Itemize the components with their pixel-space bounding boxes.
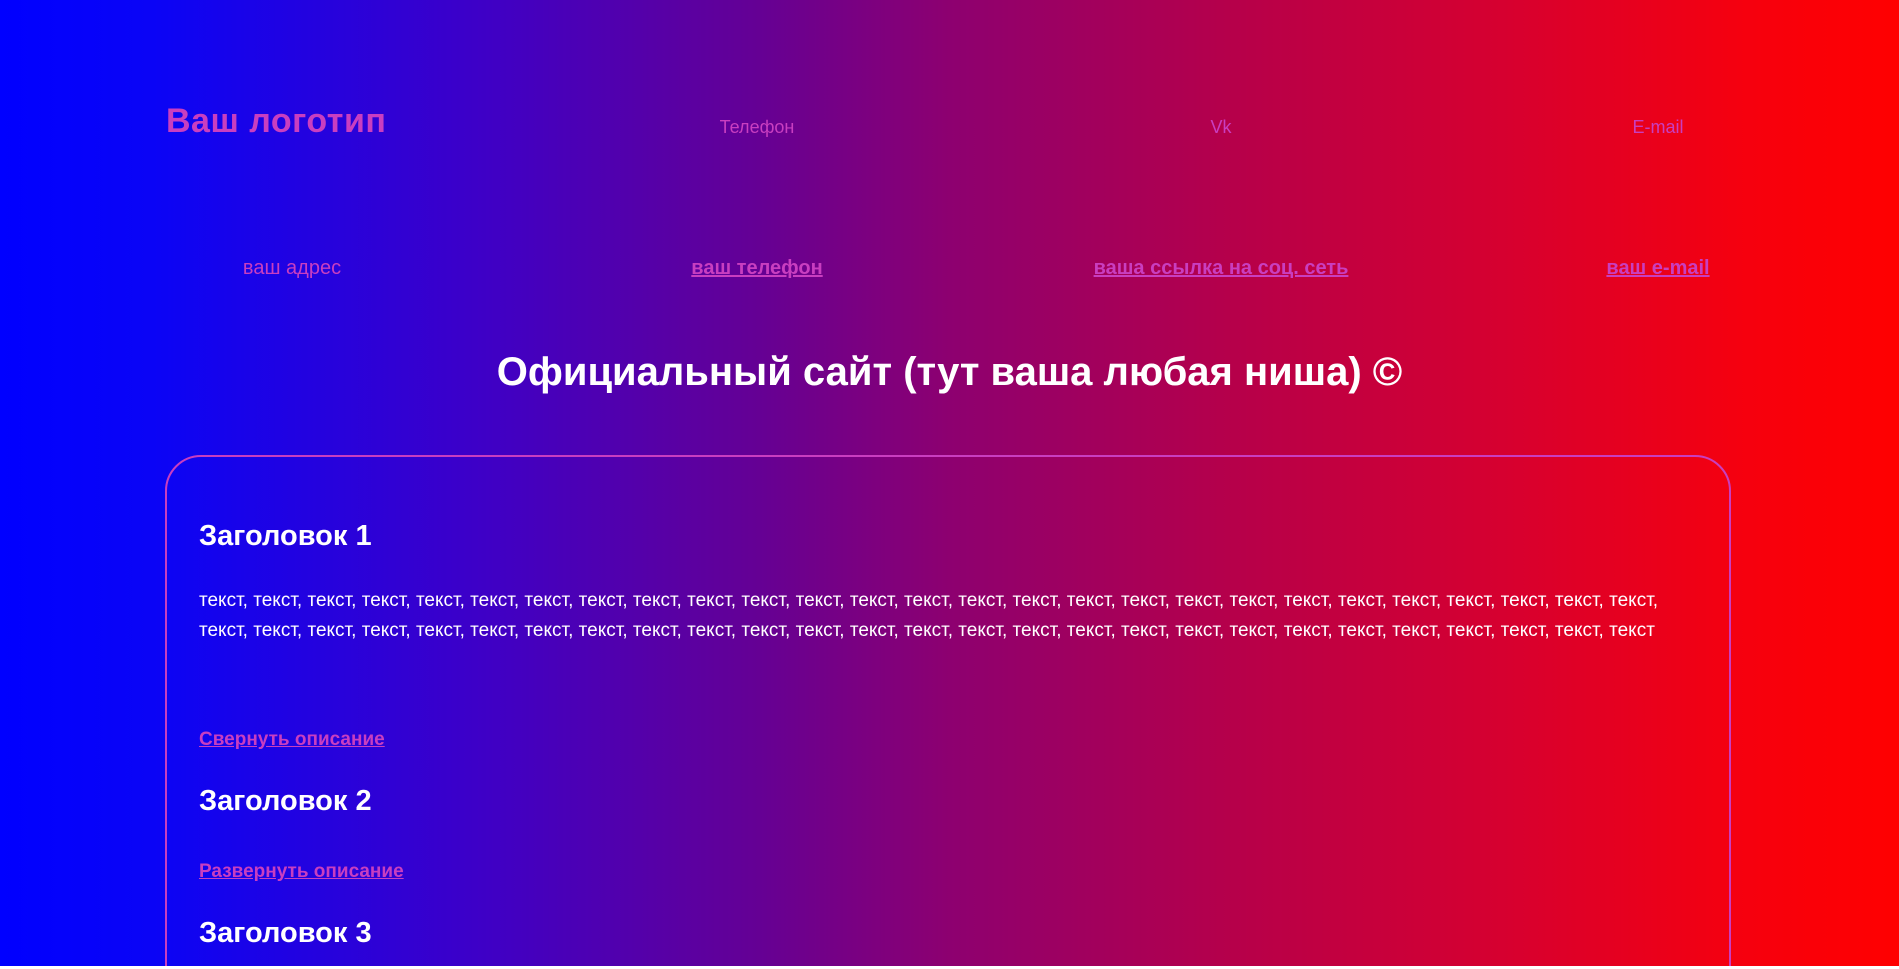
contact-address: ваш адрес <box>242 257 342 279</box>
expand-description-link[interactable]: Развернуть описание <box>199 862 404 881</box>
logo[interactable]: Ваш логотип <box>166 104 386 138</box>
page-background: Ваш логотип Телефон Vk E-mail ваш адрес … <box>0 0 1899 966</box>
nav-item-phone[interactable]: Телефон <box>720 118 795 136</box>
section-text-1: текст, текст, текст, текст, текст, текст… <box>199 590 1659 641</box>
section-heading-2: Заголовок 2 <box>199 785 372 817</box>
contact-email-link[interactable]: ваш e-mail <box>1606 258 1709 278</box>
collapse-description-link[interactable]: Свернуть описание <box>199 730 385 749</box>
page-title: Официальный сайт (тут ваша любая ниша) © <box>496 350 1403 394</box>
content-card <box>165 455 1731 966</box>
nav-item-vk[interactable]: Vk <box>1210 118 1231 136</box>
contact-phone-link[interactable]: ваш телефон <box>691 258 822 278</box>
section-heading-3: Заголовок 3 <box>199 917 372 949</box>
contact-social-link[interactable]: ваша ссылка на соц. сеть <box>1094 258 1349 278</box>
section-heading-1: Заголовок 1 <box>199 520 372 552</box>
nav-item-email[interactable]: E-mail <box>1632 118 1683 136</box>
